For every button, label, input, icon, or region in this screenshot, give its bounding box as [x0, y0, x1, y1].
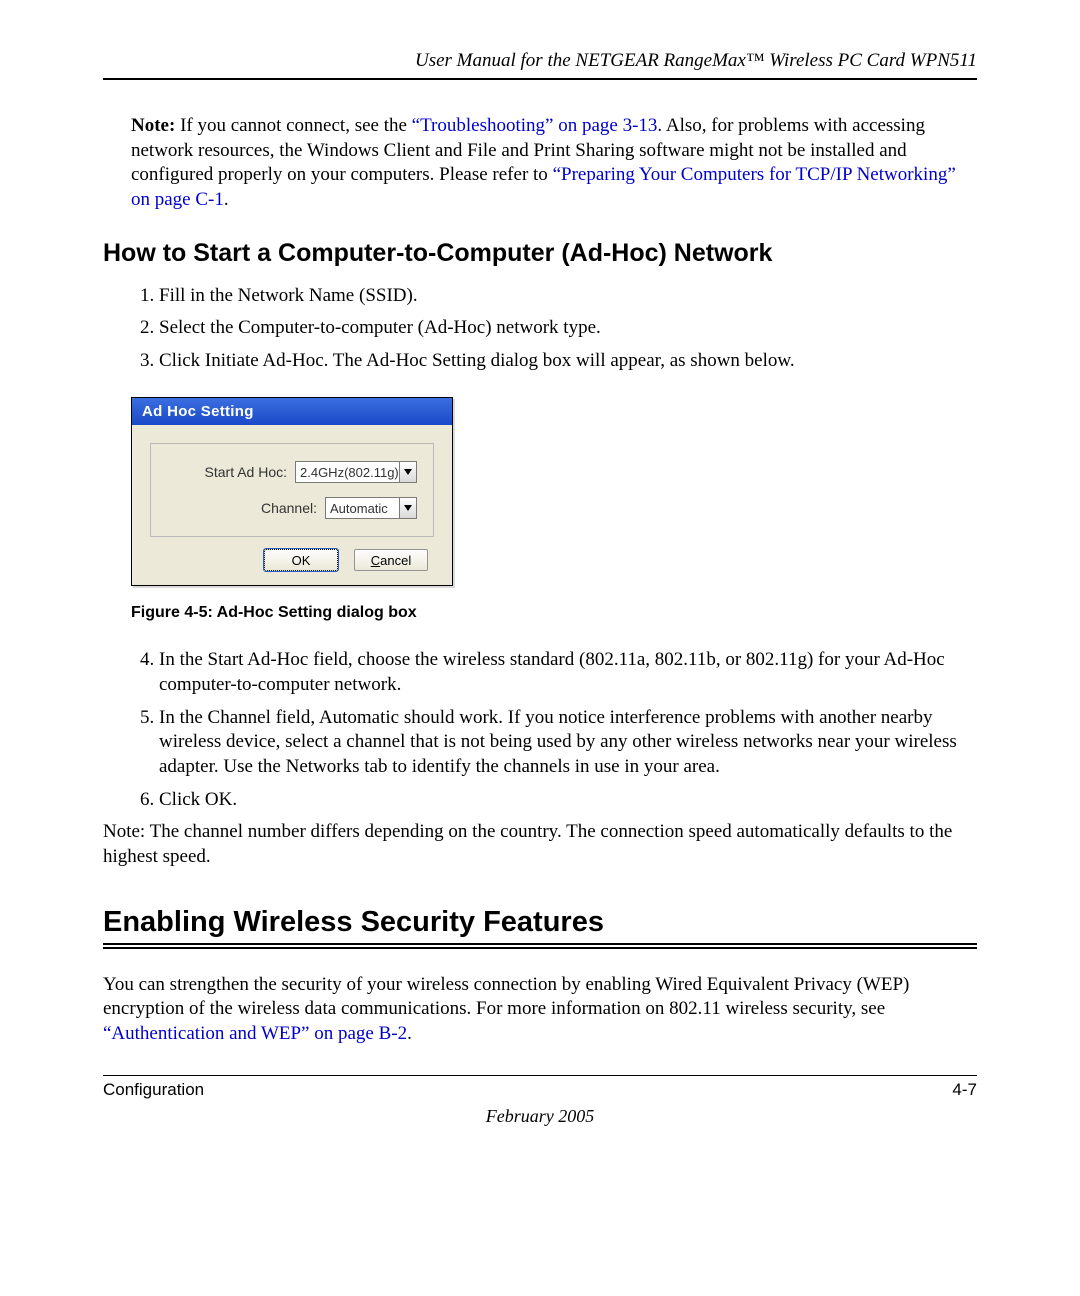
page-header: User Manual for the NETGEAR RangeMax™ Wi… — [103, 50, 977, 80]
label-channel: Channel: — [261, 500, 317, 516]
field-row-start-adhoc: Start Ad Hoc: 2.4GHz(802.11g) — [151, 458, 423, 486]
footer-date: February 2005 — [103, 1106, 977, 1127]
security-paragraph: You can strengthen the security of your … — [103, 973, 977, 1047]
heading-security: Enabling Wireless Security Features — [103, 906, 977, 939]
dialog-button-row: OK Cancel — [150, 537, 434, 571]
list-item: Fill in the Network Name (SSID). — [159, 282, 977, 311]
section-rule — [103, 943, 977, 949]
footer-row: Configuration 4-7 — [103, 1076, 977, 1100]
heading-adhoc: How to Start a Computer-to-Computer (Ad-… — [103, 239, 977, 268]
combo-start-adhoc-value: 2.4GHz(802.11g) — [296, 465, 399, 480]
dialog-body: Start Ad Hoc: 2.4GHz(802.11g) Channel: A… — [132, 425, 452, 585]
note-paragraph-1: Note: If you cannot connect, see the “Tr… — [131, 114, 977, 213]
note1-pre: If you cannot connect, see the — [175, 115, 411, 136]
link-auth-wep[interactable]: “Authentication and WEP” on page B-2 — [103, 1023, 407, 1044]
label-start-adhoc: Start Ad Hoc: — [205, 464, 287, 480]
cancel-rest: ancel — [380, 553, 411, 568]
note-paragraph-2: Note: The channel number differs dependi… — [103, 820, 977, 869]
cancel-button[interactable]: Cancel — [354, 549, 428, 571]
note1-post: . — [224, 189, 229, 210]
cancel-mnemonic: C — [371, 553, 380, 568]
dialog-titlebar: Ad Hoc Setting — [132, 398, 452, 425]
combo-channel[interactable]: Automatic — [325, 497, 417, 519]
combo-start-adhoc[interactable]: 2.4GHz(802.11g) — [295, 461, 417, 483]
security-pre: You can strengthen the security of your … — [103, 974, 909, 1020]
figure-caption: Figure 4-5: Ad-Hoc Setting dialog box — [131, 604, 977, 622]
adhoc-dialog: Ad Hoc Setting Start Ad Hoc: 2.4GHz(802.… — [131, 397, 453, 586]
dialog-inner-panel: Start Ad Hoc: 2.4GHz(802.11g) Channel: A… — [150, 443, 434, 537]
security-post: . — [407, 1023, 412, 1044]
list-item: Select the Computer-to-computer (Ad-Hoc)… — [159, 314, 977, 343]
ok-button[interactable]: OK — [264, 549, 338, 571]
footer-left: Configuration — [103, 1080, 204, 1100]
link-troubleshooting[interactable]: “Troubleshooting” on page 3-13 — [412, 115, 658, 136]
note-label: Note: — [103, 821, 145, 842]
note-label: Note: — [131, 115, 175, 136]
list-item: Click OK. — [159, 788, 977, 813]
chevron-down-icon[interactable] — [399, 462, 416, 482]
steps-list-b: In the Start Ad-Hoc field, choose the wi… — [131, 648, 977, 812]
field-row-channel: Channel: Automatic — [151, 494, 423, 522]
combo-channel-value: Automatic — [326, 501, 399, 516]
note2-text: The channel number differs depending on … — [103, 821, 952, 867]
list-item: In the Start Ad-Hoc field, choose the wi… — [159, 648, 977, 697]
chevron-down-icon[interactable] — [399, 498, 416, 518]
list-item: In the Channel field, Automatic should w… — [159, 706, 977, 780]
list-item: Click Initiate Ad-Hoc. The Ad-Hoc Settin… — [159, 347, 977, 376]
steps-list-a: Fill in the Network Name (SSID). Select … — [131, 282, 977, 376]
footer-page-number: 4-7 — [952, 1080, 977, 1100]
